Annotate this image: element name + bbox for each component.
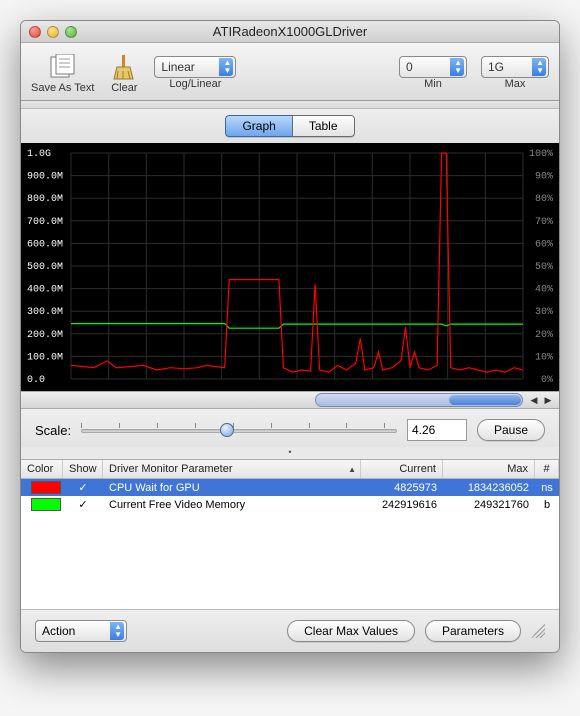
current-value: 242919616 — [361, 498, 443, 512]
svg-text:40%: 40% — [535, 285, 553, 296]
svg-text:90%: 90% — [535, 172, 553, 183]
graph-canvas: 1.0G 100% 900.0M 90% 800.0M 80% 700.0M 70% 600.0… — [25, 147, 555, 387]
app-window: ATIRadeonX1000GLDriver Save As Text Clea… — [20, 20, 560, 653]
show-checkbox[interactable]: ✓ — [63, 480, 103, 495]
parameters-button[interactable]: Parameters — [425, 620, 521, 642]
max-select[interactable]: 1G ▲▼ — [481, 56, 549, 78]
max-value: 249321760 — [443, 498, 535, 512]
col-current[interactable]: Current — [361, 460, 443, 478]
graph-scrollbar: ◀ ▶ — [21, 391, 559, 409]
scale-row: Scale: Pause — [21, 409, 559, 447]
svg-text:100%: 100% — [529, 149, 553, 160]
updown-icon: ▲▼ — [454, 59, 462, 75]
pause-button[interactable]: Pause — [477, 419, 545, 441]
tab-table[interactable]: Table — [292, 115, 355, 137]
min-value: 0 — [406, 60, 413, 74]
svg-text:1.0G: 1.0G — [27, 149, 51, 160]
svg-text:200.0M: 200.0M — [27, 330, 63, 341]
toolbar-divider — [21, 101, 559, 109]
tab-graph[interactable]: Graph — [225, 115, 291, 137]
grip-icon[interactable]: • — [21, 447, 559, 459]
svg-text:500.0M: 500.0M — [27, 262, 63, 273]
col-show[interactable]: Show — [63, 460, 103, 478]
svg-text:400.0M: 400.0M — [27, 285, 63, 296]
min-select[interactable]: 0 ▲▼ — [399, 56, 467, 78]
scale-input[interactable] — [407, 419, 467, 441]
min-select-wrap: 0 ▲▼ Min — [399, 56, 467, 90]
scroll-left-icon[interactable]: ◀ — [527, 393, 541, 407]
scale-slider[interactable] — [81, 421, 397, 439]
unit-value: ns — [535, 481, 559, 495]
svg-text:70%: 70% — [535, 217, 553, 228]
col-parameter[interactable]: Driver Monitor Parameter — [103, 460, 361, 478]
save-text-icon — [47, 52, 79, 82]
table-header: Color Show Driver Monitor Parameter Curr… — [21, 460, 559, 479]
updown-icon: ▲▼ — [223, 59, 231, 75]
updown-icon: ▲▼ — [114, 623, 122, 639]
loglinear-select-wrap: Linear ▲▼ Log/Linear — [154, 56, 236, 90]
parameter-table: Color Show Driver Monitor Parameter Curr… — [21, 459, 559, 609]
svg-text:100.0M: 100.0M — [27, 352, 63, 363]
svg-text:20%: 20% — [535, 330, 553, 341]
loglinear-label: Log/Linear — [169, 78, 221, 90]
unit-value: b — [535, 498, 559, 512]
max-select-wrap: 1G ▲▼ Max — [481, 56, 549, 90]
col-unit[interactable]: # — [535, 460, 559, 478]
view-tabs: Graph Table — [21, 109, 559, 143]
svg-text:700.0M: 700.0M — [27, 217, 63, 228]
loglinear-value: Linear — [161, 60, 194, 74]
hscroll-thumb[interactable] — [449, 395, 521, 405]
svg-text:60%: 60% — [535, 239, 553, 250]
max-label: Max — [505, 78, 526, 90]
hscroll-track[interactable] — [315, 393, 523, 407]
svg-text:0.0: 0.0 — [27, 375, 45, 386]
svg-text:600.0M: 600.0M — [27, 239, 63, 250]
loglinear-select[interactable]: Linear ▲▼ — [154, 56, 236, 78]
save-label: Save As Text — [31, 82, 94, 94]
scale-label: Scale: — [35, 423, 71, 438]
broom-icon — [108, 52, 140, 82]
slider-thumb[interactable] — [220, 423, 234, 437]
color-swatch[interactable] — [31, 498, 61, 511]
param-name: CPU Wait for GPU — [103, 481, 361, 495]
clear-label: Clear — [111, 82, 137, 94]
window-title: ATIRadeonX1000GLDriver — [21, 24, 559, 39]
color-swatch[interactable] — [31, 481, 61, 494]
titlebar[interactable]: ATIRadeonX1000GLDriver — [21, 21, 559, 43]
graph-area: 1.0G 100% 900.0M 90% 800.0M 80% 700.0M 70% 600.0… — [21, 143, 559, 391]
current-value: 4825973 — [361, 481, 443, 495]
action-label: Action — [42, 624, 75, 638]
svg-text:0%: 0% — [541, 375, 553, 386]
max-value: 1834236052 — [443, 481, 535, 495]
svg-text:10%: 10% — [535, 352, 553, 363]
svg-text:80%: 80% — [535, 194, 553, 205]
clear-button[interactable]: Clear — [108, 52, 140, 94]
clear-max-button[interactable]: Clear Max Values — [287, 620, 415, 642]
svg-text:900.0M: 900.0M — [27, 172, 63, 183]
min-label: Min — [424, 78, 442, 90]
action-select[interactable]: Action ▲▼ — [35, 620, 127, 642]
scroll-right-icon[interactable]: ▶ — [541, 393, 555, 407]
col-max[interactable]: Max — [443, 460, 535, 478]
svg-text:300.0M: 300.0M — [27, 307, 63, 318]
save-as-text-button[interactable]: Save As Text — [31, 52, 94, 94]
max-value: 1G — [488, 60, 504, 74]
table-body: ✓CPU Wait for GPU48259731834236052ns✓Cur… — [21, 479, 559, 513]
table-row[interactable]: ✓CPU Wait for GPU48259731834236052ns — [21, 479, 559, 496]
svg-text:50%: 50% — [535, 262, 553, 273]
table-row[interactable]: ✓Current Free Video Memory24291961624932… — [21, 496, 559, 513]
toolbar: Save As Text Clear Linear ▲▼ Log/Linear … — [21, 43, 559, 101]
svg-text:800.0M: 800.0M — [27, 194, 63, 205]
resize-handle-icon[interactable] — [531, 624, 545, 638]
footer: Action ▲▼ Clear Max Values Parameters — [21, 609, 559, 652]
show-checkbox[interactable]: ✓ — [63, 497, 103, 512]
col-color[interactable]: Color — [21, 460, 63, 478]
param-name: Current Free Video Memory — [103, 498, 361, 512]
updown-icon: ▲▼ — [536, 59, 544, 75]
svg-text:30%: 30% — [535, 307, 553, 318]
